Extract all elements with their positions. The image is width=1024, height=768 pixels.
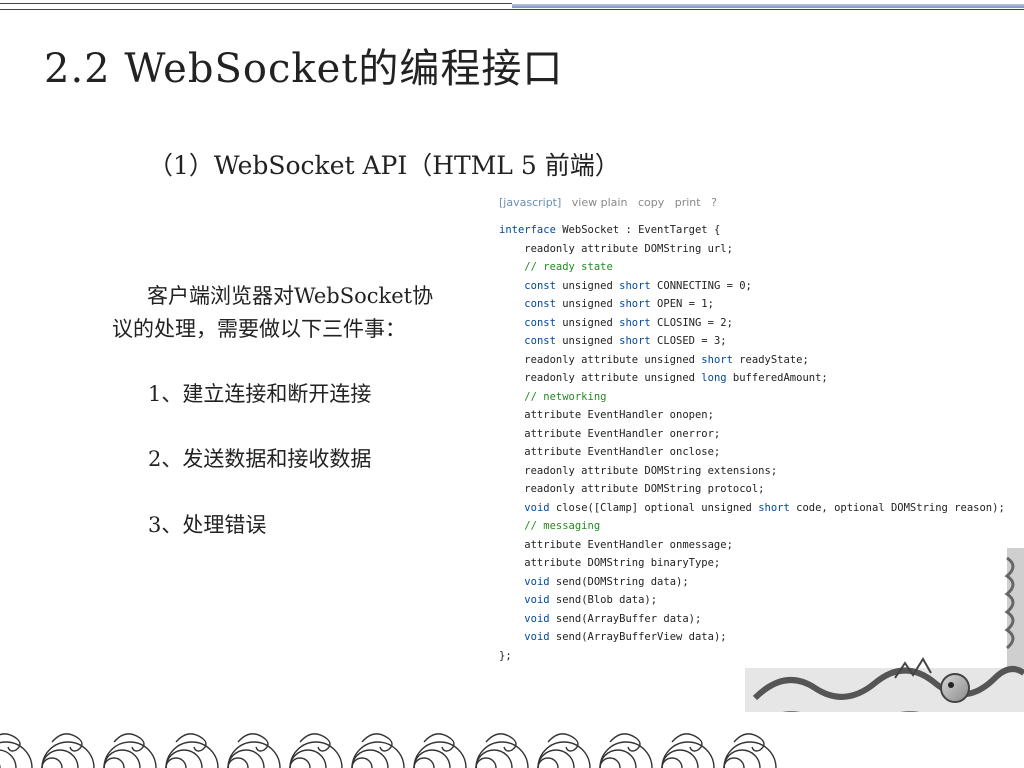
code-text: readonly attribute DOMString protocol;: [499, 483, 765, 495]
code-keyword: short: [701, 353, 733, 366]
print-link[interactable]: print: [675, 196, 701, 209]
code-line: const unsigned short CONNECTING = 0;: [499, 277, 1005, 296]
code-text: send(Blob data);: [549, 594, 658, 606]
code-text: unsigned: [555, 335, 620, 347]
code-text: attribute EventHandler onclose;: [499, 446, 721, 458]
code-text: attribute DOMString binaryType;: [499, 557, 721, 569]
code-line: void close([Clamp] optional unsigned sho…: [499, 499, 1005, 518]
code-text: OPEN = 1;: [650, 298, 714, 310]
code-keyword: short: [619, 298, 651, 310]
intro-line-1: 客户端浏览器对WebSocket协: [147, 284, 434, 308]
task-item-1: 1、建立连接和断开连接: [148, 382, 372, 406]
code-text: readonly attribute DOMString url;: [499, 242, 733, 255]
code-line: readonly attribute DOMString extensions;: [499, 462, 1005, 481]
task-item-2: 2、发送数据和接收数据: [148, 447, 372, 471]
code-keyword: short: [619, 335, 651, 347]
top-decorative-bar: [0, 0, 1024, 12]
code-text: unsigned: [555, 316, 620, 329]
code-line: readonly attribute DOMString protocol;: [499, 480, 1005, 499]
slide-subtitle: （1）WebSocket API（HTML 5 前端）: [148, 151, 620, 180]
code-keyword: short: [758, 501, 790, 514]
code-keyword: void: [524, 501, 550, 514]
code-text: unsigned: [555, 279, 620, 292]
code-keyword: short: [619, 316, 651, 329]
code-text: readonly attribute DOMString extensions;: [499, 464, 778, 477]
intro-line-2: 议的处理，需要做以下三件事：: [112, 317, 406, 341]
code-line: readonly attribute DOMString url;: [499, 240, 1005, 259]
code-line: // networking: [499, 388, 1005, 407]
top-bar-right-line: [512, 9, 1024, 10]
code-toolbar: [javascript] view plain copy print ?: [499, 196, 724, 209]
code-text: send(ArrayBuffer data);: [549, 612, 702, 625]
code-text: close([Clamp] optional unsigned: [549, 501, 759, 514]
slide-title: 2.2 WebSocket的编程接口: [44, 46, 564, 92]
code-keyword: void: [524, 612, 550, 625]
code-text: readyState;: [732, 353, 809, 366]
code-text: CLOSING = 2;: [650, 316, 733, 329]
code-text: readonly attribute unsigned: [499, 353, 702, 366]
code-text: attribute EventHandler onmessage;: [499, 538, 733, 551]
code-text: CONNECTING = 0;: [650, 279, 752, 292]
code-text: bufferedAmount;: [726, 372, 828, 384]
code-text: unsigned: [555, 298, 620, 310]
wave-border-decoration: [0, 712, 1024, 768]
code-keyword: void: [524, 594, 550, 606]
code-text: WebSocket : EventTarget {: [555, 224, 721, 236]
top-bar-left-band: [0, 3, 512, 10]
code-comment: // messaging: [499, 520, 601, 532]
code-language-link[interactable]: [javascript]: [499, 196, 561, 209]
code-keyword: long: [701, 372, 727, 384]
view-plain-link[interactable]: view plain: [572, 196, 628, 209]
code-keyword: const: [524, 335, 556, 347]
code-text: readonly attribute unsigned: [499, 372, 702, 384]
code-keyword: short: [619, 279, 651, 292]
code-line: const unsigned short CLOSING = 2;: [499, 314, 1005, 333]
code-keyword: const: [524, 298, 556, 310]
code-line: readonly attribute unsigned long buffere…: [499, 369, 1005, 388]
code-text: };: [499, 649, 512, 662]
code-line: attribute EventHandler onopen;: [499, 406, 1005, 425]
code-text: CLOSED = 3;: [650, 335, 727, 347]
code-line: interface WebSocket : EventTarget {: [499, 221, 1005, 240]
code-text: send(ArrayBufferView data);: [549, 631, 727, 643]
code-line: const unsigned short CLOSED = 3;: [499, 332, 1005, 351]
intro-paragraph: 客户端浏览器对WebSocket协 议的处理，需要做以下三件事：: [112, 280, 462, 346]
code-keyword: void: [524, 631, 550, 643]
code-text: attribute EventHandler onerror;: [499, 427, 721, 440]
task-item-3: 3、处理错误: [148, 513, 267, 537]
code-line: attribute EventHandler onerror;: [499, 425, 1005, 444]
code-keyword: const: [524, 279, 556, 292]
copy-link[interactable]: copy: [638, 196, 664, 209]
code-text: attribute EventHandler onopen;: [499, 409, 714, 421]
code-line: // messaging: [499, 517, 1005, 536]
code-keyword: interface: [499, 224, 556, 236]
code-keyword: const: [524, 316, 556, 329]
code-line: attribute EventHandler onclose;: [499, 443, 1005, 462]
code-comment: // ready state: [499, 261, 613, 273]
top-bar-right-band: [512, 4, 1024, 8]
code-keyword: void: [524, 575, 550, 588]
code-line: const unsigned short OPEN = 1;: [499, 295, 1005, 314]
code-line: // ready state: [499, 258, 1005, 277]
code-text: code, optional DOMString reason);: [789, 501, 1005, 514]
code-comment: // networking: [499, 390, 607, 403]
code-line: readonly attribute unsigned short readyS…: [499, 351, 1005, 370]
code-text: send(DOMString data);: [549, 575, 689, 588]
help-link[interactable]: ?: [711, 196, 717, 209]
